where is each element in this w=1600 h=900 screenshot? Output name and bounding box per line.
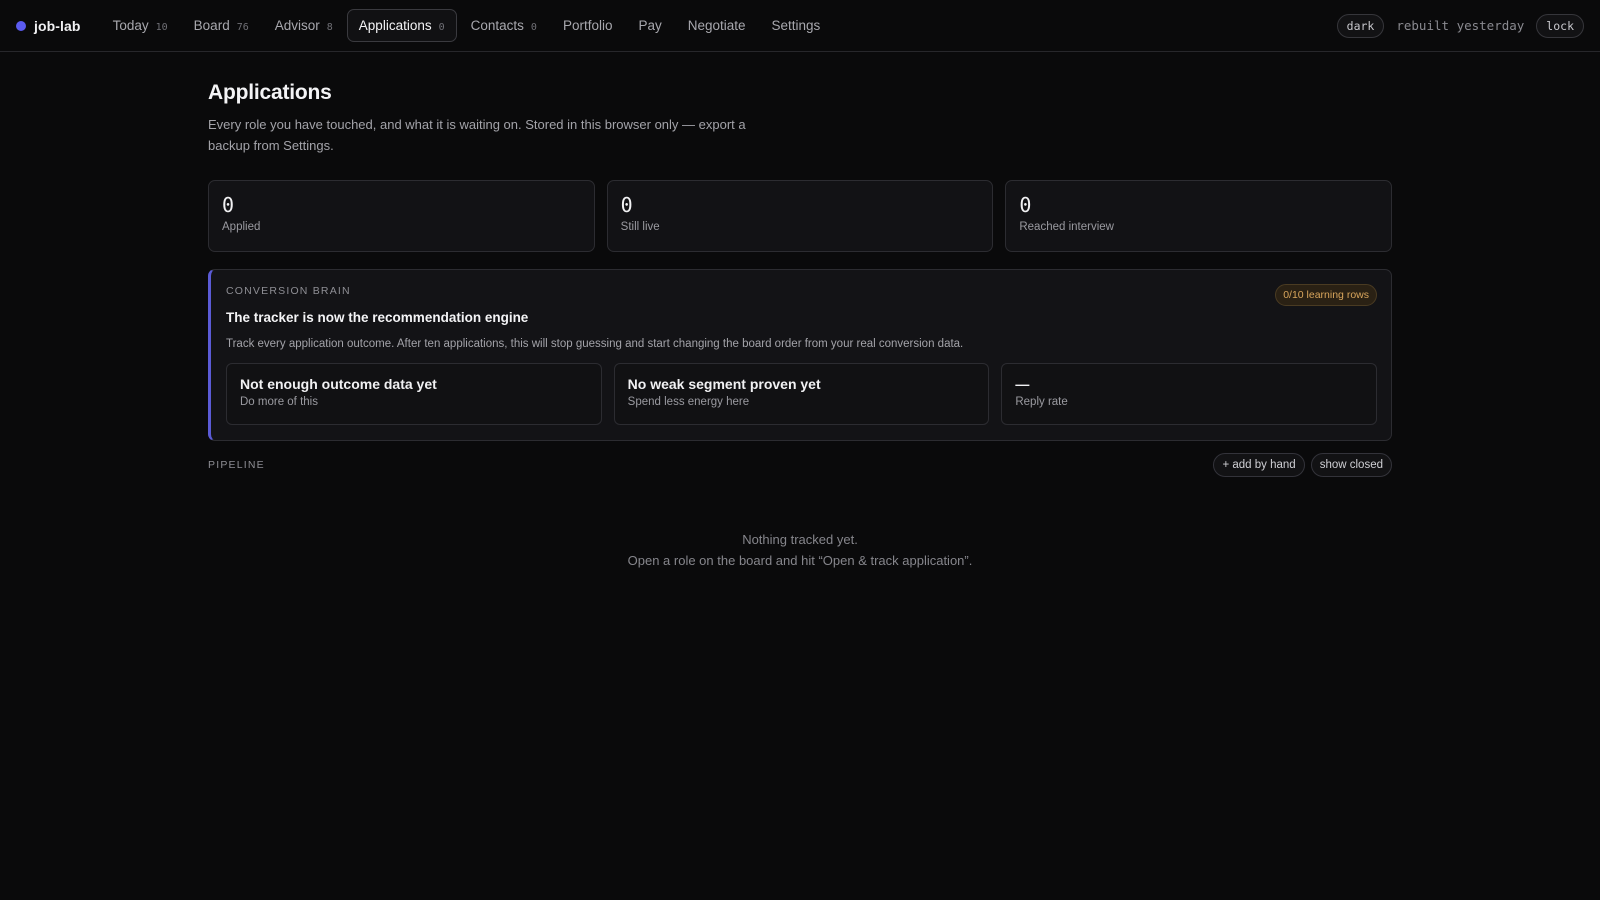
nav-item-label: Advisor bbox=[274, 18, 320, 33]
brain-kicker: CONVERSION BRAIN bbox=[226, 285, 351, 297]
pipeline-label: PIPELINE bbox=[208, 459, 265, 471]
stat-card-still-live: 0 Still live bbox=[606, 180, 994, 252]
nav-item-count: 0 bbox=[530, 22, 537, 33]
nav-item-label: Applications bbox=[358, 18, 432, 33]
stat-label: Reached interview bbox=[1019, 221, 1114, 233]
main-nav: Today 10 Board 76 Advisor 8 Applications… bbox=[101, 9, 833, 42]
nav-item-today[interactable]: Today 10 bbox=[101, 9, 180, 42]
pipeline-header: PIPELINE + add by hand show closed bbox=[208, 453, 1392, 477]
nav-item-contacts[interactable]: Contacts 0 bbox=[459, 9, 549, 42]
nav-item-label: Negotiate bbox=[687, 18, 746, 33]
stat-label: Still live bbox=[620, 221, 660, 233]
brand[interactable]: job-lab bbox=[16, 18, 81, 34]
stats-row: 0 Applied 0 Still live 0 Reached intervi… bbox=[208, 180, 1393, 252]
nav-item-applications[interactable]: Applications 0 bbox=[346, 9, 457, 42]
nav-item-label: Contacts bbox=[470, 18, 524, 33]
nav-item-count: 8 bbox=[326, 22, 333, 33]
nav-item-board[interactable]: Board 76 bbox=[182, 9, 261, 42]
nav-item-count: 76 bbox=[236, 22, 249, 33]
nav-item-settings[interactable]: Settings bbox=[760, 9, 833, 42]
insight-card-subtitle: Do more of this bbox=[240, 396, 318, 408]
stat-value: 0 bbox=[1019, 193, 1032, 217]
nav-item-label: Board bbox=[193, 18, 230, 33]
brain-title: The tracker is now the recommendation en… bbox=[226, 310, 529, 325]
main-content: Applications Every role you have touched… bbox=[208, 52, 1393, 571]
learning-rows-badge: 0/10 learning rows bbox=[1275, 284, 1377, 306]
stat-card-applied: 0 Applied bbox=[208, 180, 595, 252]
nav-item-count: 10 bbox=[155, 22, 168, 33]
theme-toggle-button[interactable]: dark bbox=[1336, 13, 1385, 38]
nav-item-advisor[interactable]: Advisor 8 bbox=[263, 9, 345, 42]
page-subtitle: Every role you have touched, and what it… bbox=[208, 117, 746, 153]
page-title: Applications bbox=[208, 81, 332, 104]
brand-logo-dot-icon bbox=[16, 20, 26, 31]
pipeline-empty-state: Nothing tracked yet. Open a role on the … bbox=[208, 529, 1392, 571]
brand-name: job-lab bbox=[34, 17, 81, 34]
stat-card-reached-interview: 0 Reached interview bbox=[1005, 180, 1393, 252]
nav-item-label: Portfolio bbox=[562, 18, 613, 33]
insight-card-do-more: Not enough outcome data yet Do more of t… bbox=[226, 363, 602, 425]
insight-card-reply-rate: — Reply rate bbox=[1001, 363, 1378, 425]
lock-button[interactable]: lock bbox=[1536, 13, 1584, 38]
nav-item-label: Pay bbox=[638, 18, 662, 33]
insight-card-title: Not enough outcome data yet bbox=[240, 376, 437, 392]
nav-item-portfolio[interactable]: Portfolio bbox=[551, 9, 625, 42]
show-closed-button[interactable]: show closed bbox=[1310, 453, 1392, 477]
insight-card-title: — bbox=[1015, 376, 1030, 392]
conversion-brain-panel: CONVERSION BRAIN 0/10 learning rows The … bbox=[208, 269, 1392, 441]
brain-description: Track every application outcome. After t… bbox=[226, 338, 964, 350]
brain-insight-cards: Not enough outcome data yet Do more of t… bbox=[226, 363, 1378, 425]
nav-item-label: Settings bbox=[771, 18, 821, 33]
empty-state-title: Nothing tracked yet. bbox=[742, 532, 858, 547]
stat-value: 0 bbox=[620, 193, 633, 217]
stat-label: Applied bbox=[222, 221, 261, 233]
stat-value: 0 bbox=[222, 193, 235, 217]
nav-item-negotiate[interactable]: Negotiate bbox=[676, 9, 758, 42]
insight-card-subtitle: Reply rate bbox=[1015, 396, 1068, 408]
pipeline-actions: + add by hand show closed bbox=[1213, 453, 1392, 477]
insight-card-subtitle: Spend less energy here bbox=[627, 396, 750, 408]
insight-card-title: No weak segment proven yet bbox=[627, 376, 821, 392]
nav-item-count: 0 bbox=[438, 22, 445, 33]
top-navigation-bar: job-lab Today 10 Board 76 Advisor 8 Appl… bbox=[0, 0, 1600, 52]
top-right-controls: dark rebuilt yesterday lock bbox=[1336, 13, 1584, 38]
nav-item-pay[interactable]: Pay bbox=[626, 9, 673, 42]
nav-item-label: Today bbox=[112, 18, 149, 33]
add-by-hand-button[interactable]: + add by hand bbox=[1213, 453, 1305, 477]
insight-card-spend-less: No weak segment proven yet Spend less en… bbox=[613, 363, 990, 425]
rebuilt-status: rebuilt yesterday bbox=[1396, 18, 1525, 33]
empty-state-hint: Open a role on the board and hit “Open &… bbox=[627, 553, 973, 568]
